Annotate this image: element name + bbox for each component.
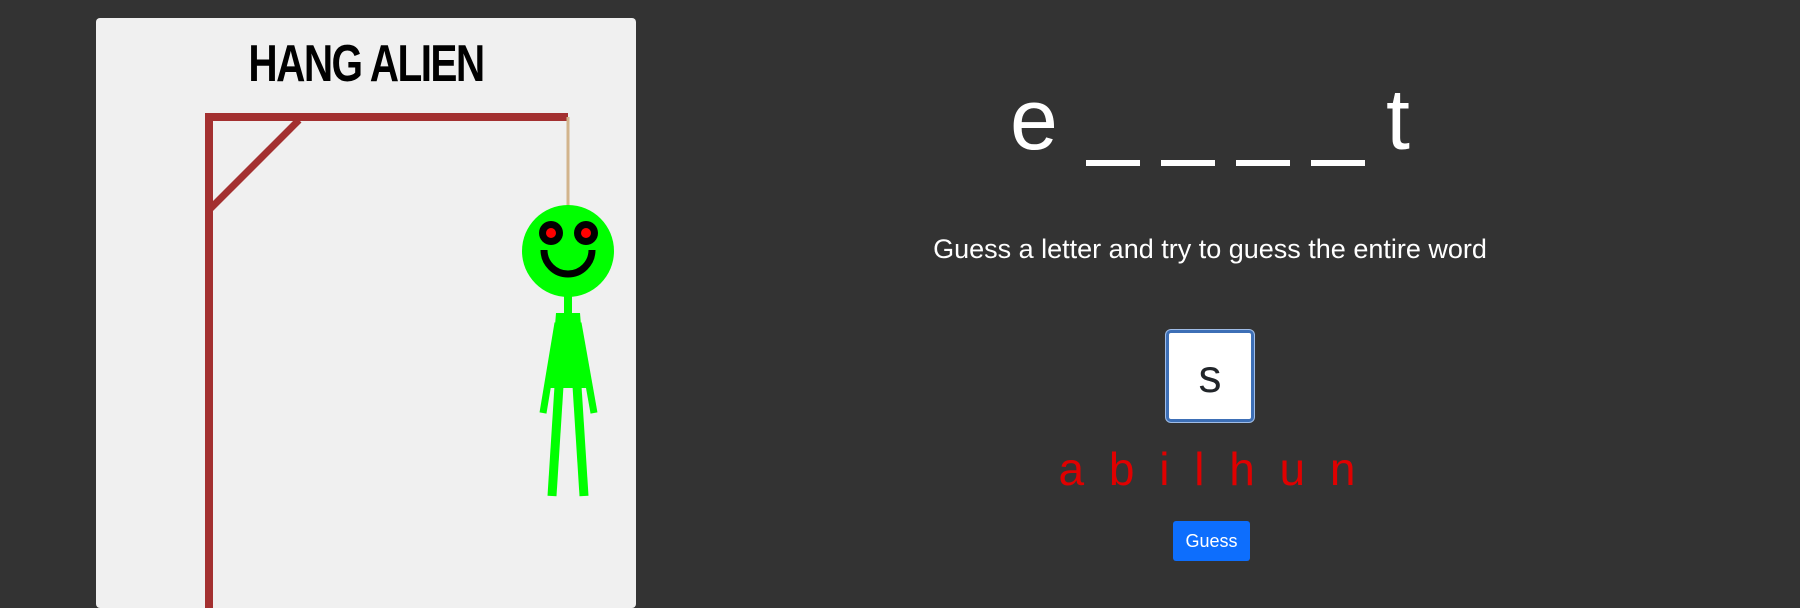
alien-left-leg [547,385,564,497]
guess-button[interactable]: Guess [1173,521,1250,561]
instructions-text: Guess a letter and try to guess the enti… [933,234,1487,264]
word-display: e t [1000,70,1420,170]
word-blank-2 [1086,160,1140,166]
word-letter-6: t [1386,72,1410,168]
word-blank-5 [1311,160,1365,166]
hangman-panel: HANG ALIEN [96,18,636,608]
word-blank-4 [1236,160,1290,166]
wrong-letters: a b i l h u n [1058,443,1362,495]
alien-head [522,205,614,297]
word-letter-1: e [1010,72,1058,168]
letter-input[interactable] [1166,330,1254,422]
alien-right-leg [572,385,589,497]
word-blank-3 [1161,160,1215,166]
hangman-drawing [205,113,614,608]
gallows-brace [206,117,302,213]
